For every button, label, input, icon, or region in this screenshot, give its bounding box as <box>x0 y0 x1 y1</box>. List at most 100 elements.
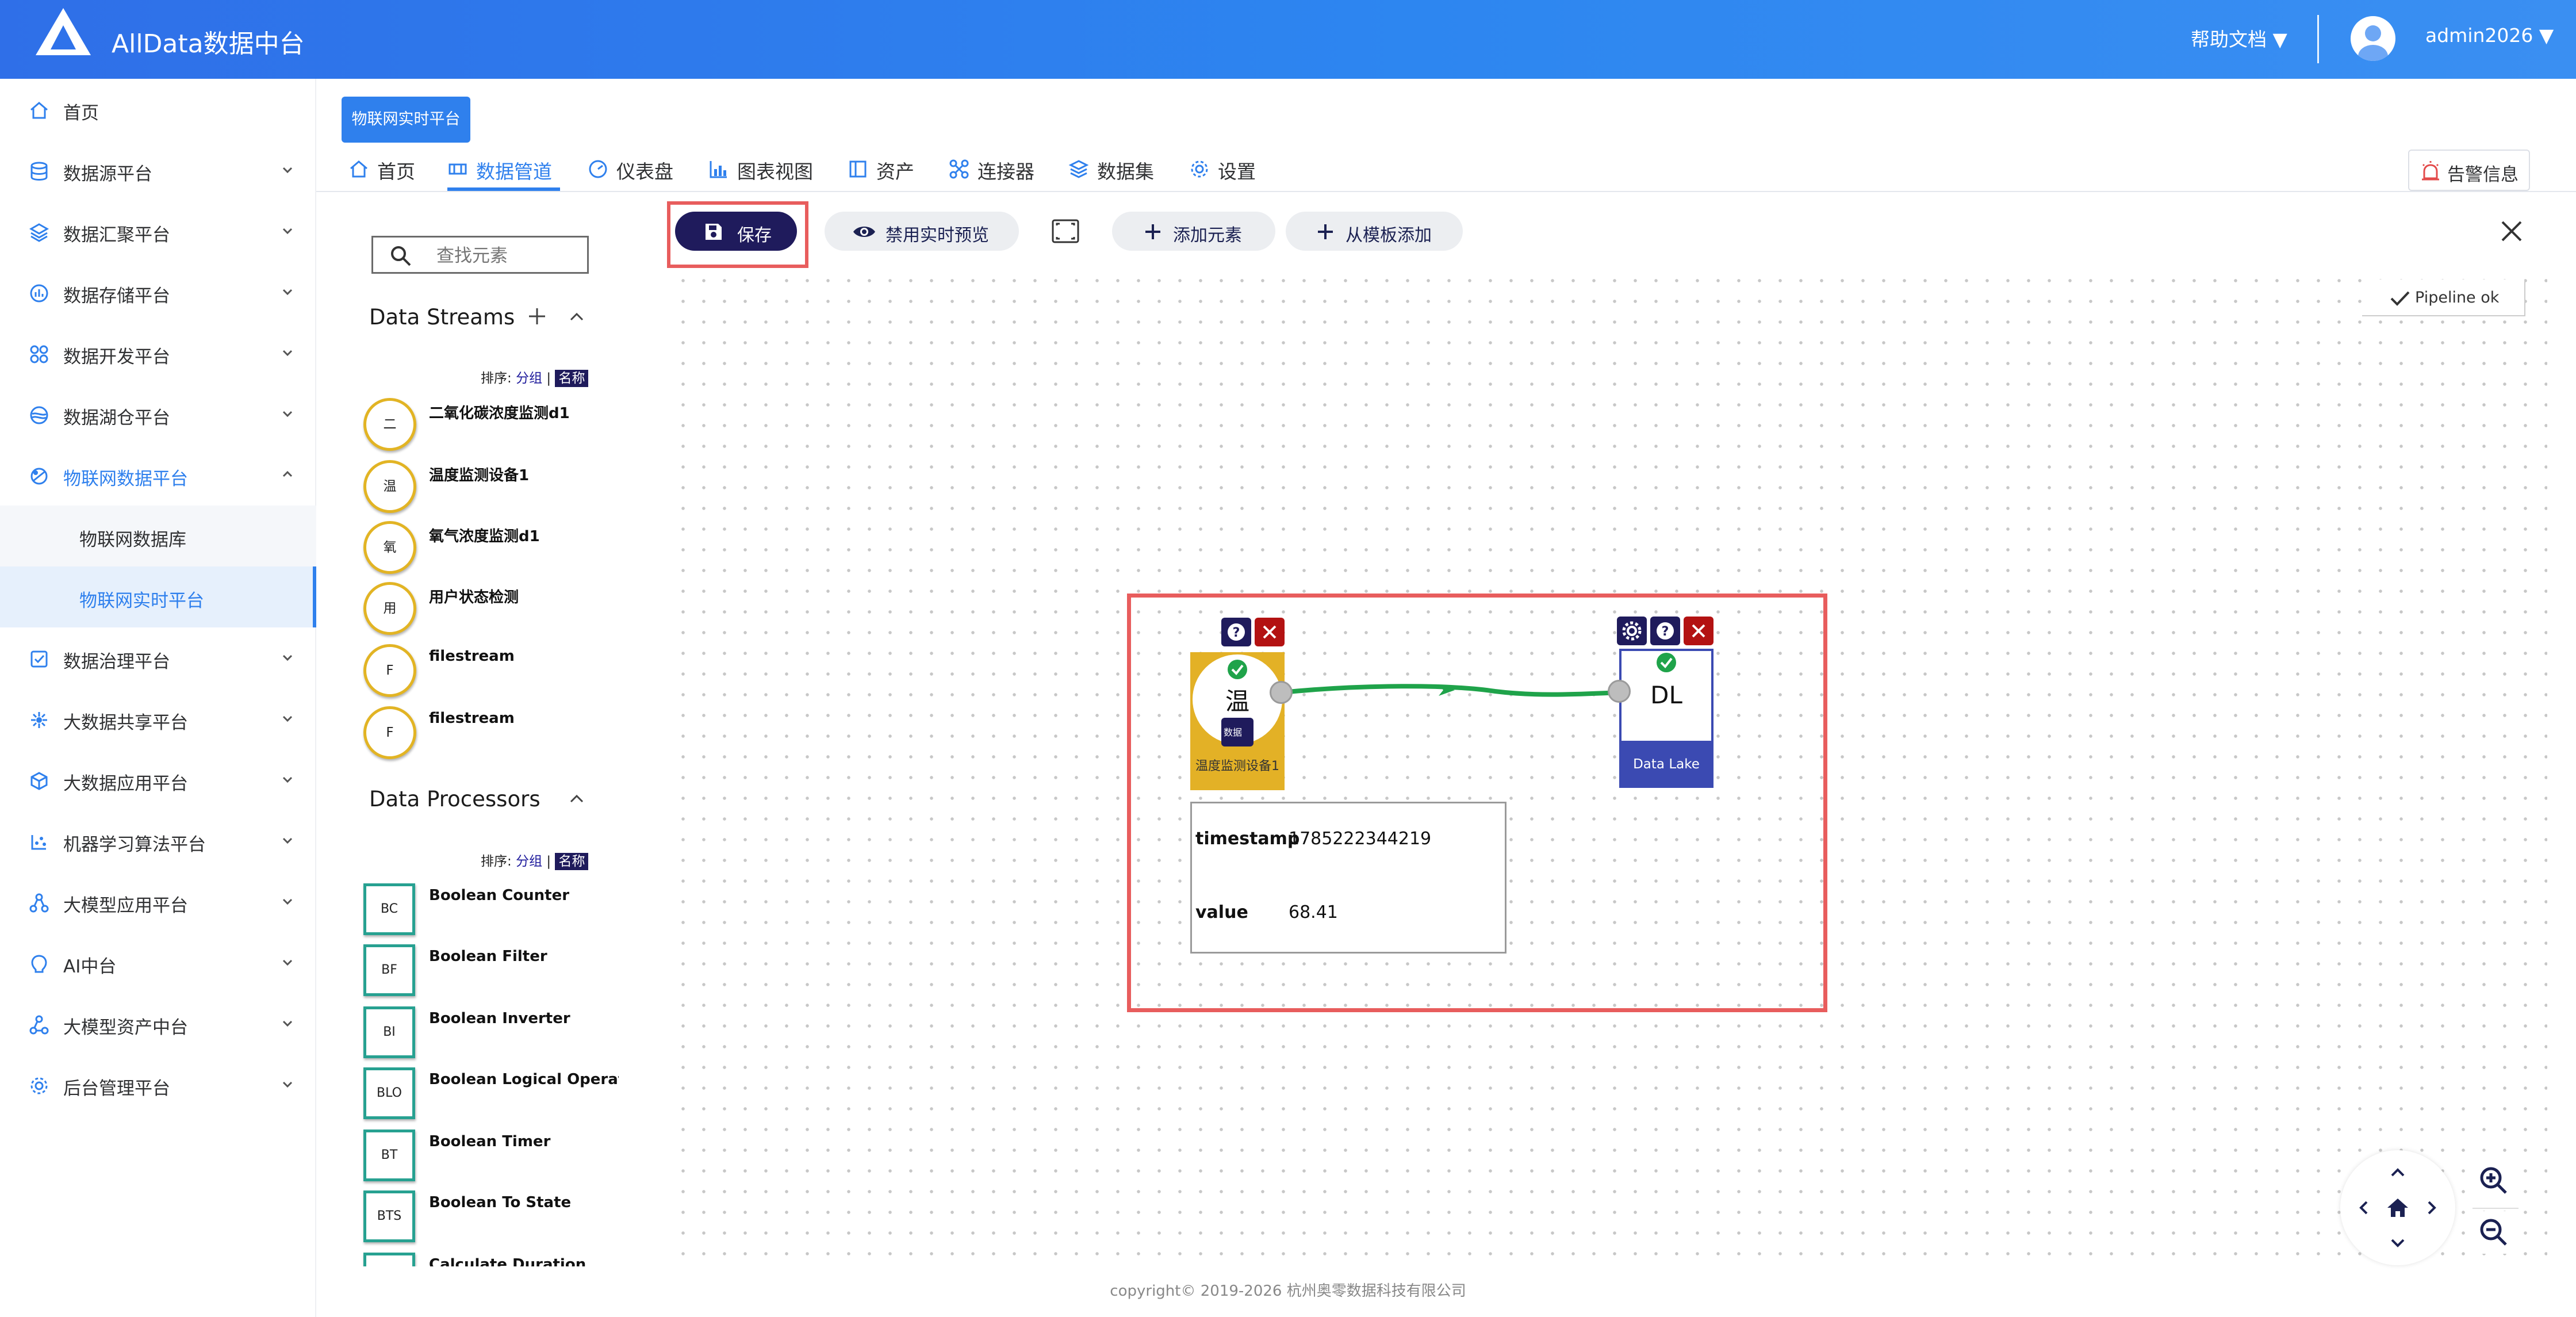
sidebar-item-datasource[interactable]: 数据源平台 <box>0 140 316 201</box>
sidebar-item-llm-assets[interactable]: 大模型资产中台 <box>0 993 316 1054</box>
user-avatar[interactable] <box>2351 16 2395 61</box>
processor-item[interactable]: BT Boolean Timer <box>363 1130 605 1187</box>
pan-up-icon[interactable] <box>2389 1165 2407 1179</box>
sidebar-subitem-iot-database[interactable]: 物联网数据库 <box>0 506 316 566</box>
help-button[interactable]: ? <box>1221 618 1251 646</box>
settings-icon <box>30 1077 48 1094</box>
zoom-in-button[interactable] <box>2472 1159 2515 1202</box>
collapse-icon[interactable] <box>568 308 585 326</box>
stream-item[interactable]: F filestream <box>363 644 605 702</box>
stream-item[interactable]: 二 二氧化碳浓度监测d1 <box>363 398 605 455</box>
source-node[interactable]: 温 数据 温度监测设备1 <box>1190 652 1285 790</box>
tab-label: 连接器 <box>977 160 1034 183</box>
model-icon <box>29 893 49 913</box>
sidebar-item-label: 数据开发平台 <box>63 347 170 367</box>
sidebar-subitem-iot-realtime[interactable]: 物联网实时平台 <box>0 566 316 627</box>
preview-value: 1785222344219 <box>1289 829 1432 849</box>
sidebar-item-storage[interactable]: 数据存储平台 <box>0 262 316 323</box>
close-icon <box>1692 624 1705 638</box>
settings-button[interactable] <box>1617 617 1647 645</box>
fit-screen-icon[interactable] <box>1051 219 1080 244</box>
pan-left-icon[interactable] <box>2356 1199 2370 1217</box>
sidebar-item-development[interactable]: 数据开发平台 <box>0 323 316 384</box>
stream-item[interactable]: F filestream <box>363 706 605 764</box>
input-port[interactable] <box>1608 680 1631 703</box>
disable-live-preview-button[interactable]: 禁用实时预览 <box>825 212 1019 251</box>
sidebar-item-llm-apps[interactable]: 大模型应用平台 <box>0 871 316 932</box>
sidebar-subitem-label: 物联网数据库 <box>79 530 186 550</box>
preview-key: timestamp <box>1195 829 1300 849</box>
collapse-icon[interactable] <box>568 790 585 807</box>
stream-item[interactable]: 氧 氧气浓度监测d1 <box>363 521 605 579</box>
sidebar-item-aggregation[interactable]: 数据汇聚平台 <box>0 201 316 262</box>
sidebar-item-label: 首页 <box>63 103 99 124</box>
sidebar-item-lakehouse[interactable]: 数据湖仓平台 <box>0 384 316 445</box>
sidebar: 首页 数据源平台 数据汇聚平台 数据存储平台 数据开发平台 数据湖仓平台 物联网… <box>0 79 316 1317</box>
tab-label: 首页 <box>377 160 415 183</box>
pipeline-connection[interactable] <box>1276 673 1633 713</box>
add-from-template-button[interactable]: 从模板添加 <box>1286 212 1463 251</box>
stream-item[interactable]: 用 用户状态检测 <box>363 582 605 640</box>
processor-item[interactable]: BF Boolean Filter <box>363 944 605 1002</box>
connector-icon <box>949 159 969 179</box>
sidebar-item-admin[interactable]: 后台管理平台 <box>0 1054 316 1115</box>
delete-node-button[interactable] <box>1255 618 1285 646</box>
search-field[interactable] <box>371 236 589 274</box>
close-icon <box>1263 625 1276 639</box>
sort-by-group[interactable]: 分组 <box>516 371 542 386</box>
processor-icon <box>363 1253 415 1266</box>
zoom-out-button[interactable] <box>2472 1211 2515 1254</box>
processor-item[interactable]: Calculate Duration <box>363 1253 605 1266</box>
sort-by-name[interactable]: 名称 <box>555 370 589 387</box>
sidebar-item-home[interactable]: 首页 <box>0 79 316 140</box>
sidebar-item-label: AI中台 <box>63 956 117 977</box>
check-circle-icon <box>1657 653 1676 672</box>
sidebar-item-governance[interactable]: 数据治理平台 <box>0 627 316 688</box>
pan-right-icon[interactable] <box>2425 1199 2439 1217</box>
processor-item[interactable]: BTS Boolean To State <box>363 1190 605 1248</box>
sidebar-item-iot[interactable]: 物联网数据平台 <box>0 445 316 506</box>
disable-live-preview-label: 禁用实时预览 <box>885 225 989 246</box>
processor-name: Boolean Counter <box>429 887 570 904</box>
pan-down-icon[interactable] <box>2389 1236 2407 1250</box>
save-button[interactable]: 保存 <box>675 212 797 251</box>
processor-icon: BT <box>363 1130 415 1181</box>
delete-node-button[interactable] <box>1684 617 1713 645</box>
user-menu[interactable]: admin2026 ▼ <box>2425 24 2554 47</box>
ai-icon <box>31 955 47 973</box>
header-divider <box>2317 15 2319 63</box>
chevron-down-icon <box>282 1081 293 1088</box>
processor-name: Boolean Timer <box>429 1133 551 1150</box>
tab-label: 仪表盘 <box>616 160 673 183</box>
processor-item[interactable]: BC Boolean Counter <box>363 883 605 941</box>
stream-item[interactable]: 温 温度监测设备1 <box>363 460 605 518</box>
processor-icon: BC <box>363 883 415 935</box>
close-icon[interactable] <box>2499 219 2524 244</box>
cube-icon <box>30 772 48 790</box>
gear-icon <box>1622 621 1642 641</box>
processor-item[interactable]: BI Boolean Inverter <box>363 1006 605 1064</box>
data-streams-title: Data Streams <box>369 305 515 330</box>
chevron-down-icon <box>282 776 293 783</box>
page-tag[interactable]: 物联网实时平台 <box>342 97 470 143</box>
chevron-up-icon <box>282 470 293 477</box>
sidebar-item-ai-platform[interactable]: AI中台 <box>0 932 316 993</box>
sidebar-item-sharing[interactable]: 大数据共享平台 <box>0 688 316 749</box>
sink-node[interactable]: DL Data Lake <box>1619 649 1713 788</box>
search-input[interactable] <box>436 244 580 267</box>
alert-button[interactable]: 告警信息 <box>2408 150 2530 191</box>
add-stream-icon[interactable] <box>527 306 547 327</box>
output-port[interactable] <box>1270 681 1293 704</box>
add-element-button[interactable]: 添加元素 <box>1112 212 1275 251</box>
help-docs-menu[interactable]: 帮助文档 ▼ <box>2191 24 2287 52</box>
processor-item[interactable]: BLO Boolean Logical Operato <box>363 1067 619 1125</box>
ml-icon <box>31 835 46 850</box>
asset-icon <box>29 1015 49 1035</box>
help-button[interactable]: ? <box>1650 617 1680 645</box>
sidebar-item-machine-learning[interactable]: 机器学习算法平台 <box>0 810 316 871</box>
stream-icon: 二 <box>363 398 416 451</box>
home-icon[interactable] <box>2385 1195 2410 1220</box>
sidebar-item-application[interactable]: 大数据应用平台 <box>0 749 316 810</box>
user-icon <box>2358 25 2388 61</box>
streams-sort-row: 排序: 分组 | 名称 <box>481 367 589 387</box>
